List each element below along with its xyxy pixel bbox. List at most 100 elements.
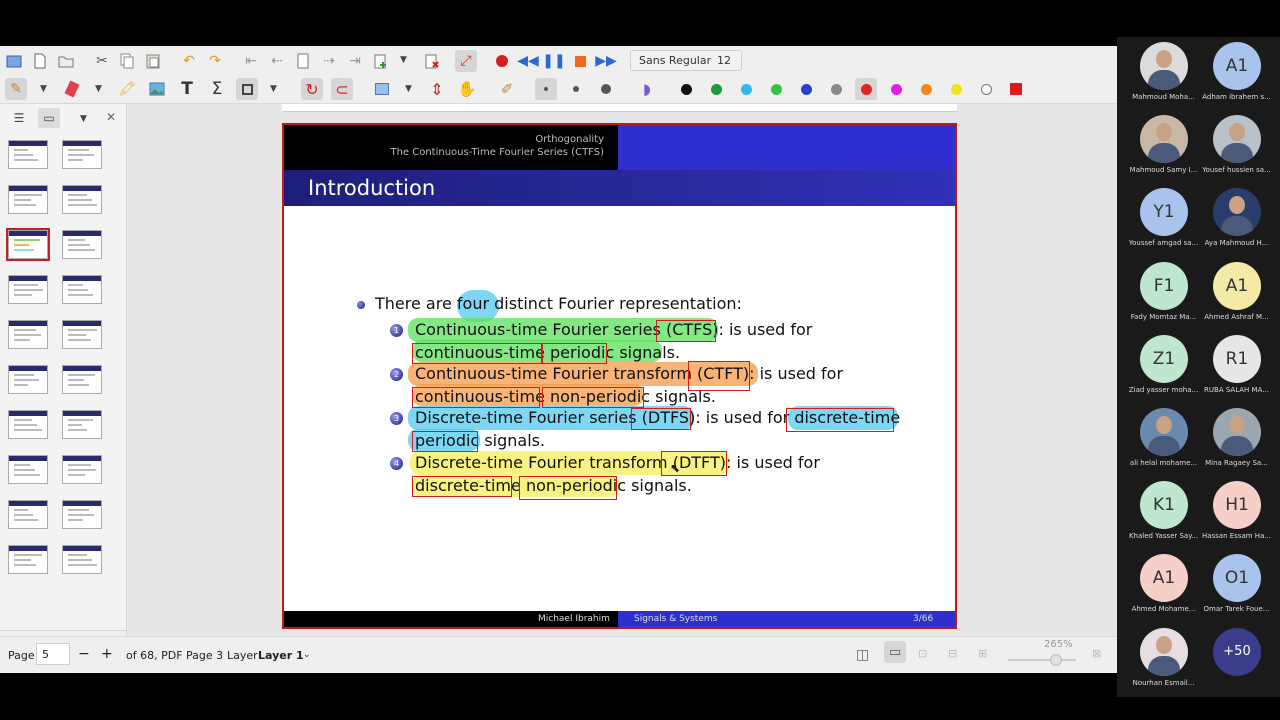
color-swatch[interactable] [975, 78, 997, 100]
participant-tile[interactable]: H1 Hassan Essam Ha... [1193, 476, 1273, 546]
participant-tile[interactable]: Y1 Youssef amgad sa... [1120, 183, 1200, 253]
pen-medium-icon[interactable] [565, 78, 587, 100]
page-thumbnail[interactable] [8, 320, 48, 349]
sidebar-dropdown-icon[interactable]: ▼ [80, 114, 87, 124]
last-page-icon[interactable]: ⇥ [344, 50, 366, 72]
layer-selector[interactable]: Layer 1 [258, 649, 304, 662]
color-swatch[interactable] [825, 78, 847, 100]
document-canvas[interactable]: Orthogonality The Continuous-Time Fourie… [128, 104, 1117, 654]
hand-icon[interactable]: ✋ [456, 78, 478, 100]
new-document-icon[interactable] [3, 50, 25, 72]
next-page-icon[interactable]: ⇢ [318, 50, 340, 72]
page-thumbnail[interactable] [62, 185, 102, 214]
participant-tile[interactable]: ali helal mohame... [1120, 403, 1200, 473]
image-icon[interactable] [146, 78, 168, 100]
page-thumbnail[interactable] [8, 500, 48, 529]
two-pages-icon[interactable]: ◫ [856, 647, 869, 663]
zoom-fit-icon[interactable]: ⊡ [918, 647, 927, 660]
zoom-slider[interactable] [1008, 659, 1076, 661]
color-swatch[interactable] [765, 78, 787, 100]
stop-icon[interactable] [569, 50, 591, 72]
page-decrement-button[interactable]: − [78, 646, 90, 662]
open-folder-icon[interactable] [55, 50, 77, 72]
page-thumbnail[interactable] [62, 275, 102, 304]
color-swatch[interactable] [1005, 78, 1027, 100]
page-thumbnail[interactable] [8, 365, 48, 394]
participant-tile[interactable]: +50 [1193, 623, 1273, 693]
participant-tile[interactable]: Z1 Ziad yasser moha... [1120, 330, 1200, 400]
page-thumbnail[interactable] [8, 275, 48, 304]
rewind-icon[interactable]: ◀◀ [517, 50, 539, 72]
tex-tool-icon[interactable]: Σ [206, 78, 228, 100]
slide-page[interactable]: Orthogonality The Continuous-Time Fourie… [282, 123, 957, 629]
eraser-icon[interactable] [61, 78, 83, 100]
shape-dropdown-icon[interactable]: ▼ [270, 84, 277, 94]
paste-icon[interactable] [142, 50, 164, 72]
pen-thick-icon[interactable] [595, 78, 617, 100]
fullscreen-icon[interactable]: ⤢ [455, 50, 477, 72]
goto-page-icon[interactable] [292, 50, 314, 72]
presentation-mode-icon[interactable]: ▭ [884, 641, 906, 663]
previous-page-icon[interactable]: ⇠ [266, 50, 288, 72]
page-thumbnail[interactable] [8, 185, 48, 214]
insert-page-icon[interactable] [370, 50, 392, 72]
participant-tile[interactable]: F1 Fady Momtaz Ma... [1120, 257, 1200, 327]
page-thumbnail[interactable] [62, 230, 102, 259]
participant-tile[interactable]: Yousef hussien sa... [1193, 110, 1273, 180]
color-swatch[interactable] [915, 78, 937, 100]
record-icon[interactable] [491, 50, 513, 72]
color-swatch[interactable] [885, 78, 907, 100]
eraser-dropdown-icon[interactable]: ▼ [95, 84, 102, 94]
highlighter-icon[interactable]: 🖍 [116, 78, 138, 100]
color-swatch[interactable] [795, 78, 817, 100]
insert-page-dropdown-icon[interactable]: ▼ [400, 55, 407, 65]
participant-tile[interactable]: Aya Mahmoud H... [1193, 183, 1273, 253]
shape-recognizer-icon[interactable] [236, 78, 258, 100]
new-page-icon[interactable] [29, 50, 51, 72]
page-thumbnail[interactable] [8, 410, 48, 439]
zoom-out-icon[interactable]: ⊟ [948, 647, 957, 660]
participant-tile[interactable]: Mina Ragaey Sa... [1193, 403, 1273, 473]
color-swatch[interactable] [675, 78, 697, 100]
page-thumbnail[interactable] [62, 545, 102, 574]
page-number-input[interactable]: 5 [36, 643, 70, 665]
color-swatch[interactable] [855, 78, 877, 100]
outline-tab-icon[interactable]: ☰ [8, 108, 30, 128]
page-thumbnail[interactable] [62, 320, 102, 349]
participant-tile[interactable]: A1 Adham ibrahem s... [1193, 37, 1273, 107]
close-sidebar-icon[interactable]: ✕ [106, 110, 116, 124]
default-tool-icon[interactable]: ✐ [496, 78, 518, 100]
select-dropdown-icon[interactable]: ▼ [405, 84, 412, 94]
page-thumbnail[interactable] [8, 140, 48, 169]
zoom-slider-handle[interactable] [1050, 654, 1062, 666]
page-thumbnail[interactable] [62, 365, 102, 394]
grid-snapping-icon[interactable]: ⊂ [331, 78, 353, 100]
participant-tile[interactable]: Mahmoud Moha... [1120, 37, 1200, 107]
vertical-space-icon[interactable]: ⇕ [426, 78, 448, 100]
participant-tile[interactable]: Nourhan Esmail... [1120, 623, 1200, 693]
pen-dropdown-icon[interactable]: ▼ [40, 84, 47, 94]
fast-forward-icon[interactable]: ▶▶ [595, 50, 617, 72]
page-thumbnail[interactable] [62, 500, 102, 529]
color-swatch[interactable] [945, 78, 967, 100]
pause-icon[interactable]: ❚❚ [542, 50, 565, 72]
participant-tile[interactable]: A1 Ahmed Ashraf M... [1193, 257, 1273, 327]
pen-fine-icon[interactable] [535, 78, 557, 100]
copy-icon[interactable] [116, 50, 138, 72]
participant-tile[interactable]: Mahmoud Samy I... [1120, 110, 1200, 180]
delete-page-icon[interactable] [421, 50, 443, 72]
participant-tile[interactable]: R1 RUBA SALAH MA... [1193, 330, 1273, 400]
participant-tile[interactable]: K1 Khaled Yasser Say... [1120, 476, 1200, 546]
page-thumbnail[interactable] [6, 228, 50, 261]
rotation-snapping-icon[interactable]: ↻ [301, 78, 323, 100]
pen-icon[interactable]: ✎ [5, 78, 27, 100]
pages-tab-icon[interactable]: ▭ [38, 108, 60, 128]
page-thumbnail[interactable] [62, 455, 102, 484]
page-thumbnail[interactable] [8, 545, 48, 574]
layer-dropdown-icon[interactable]: ⌄ [303, 650, 311, 660]
fill-icon[interactable]: ◗ [636, 78, 658, 100]
redo-icon[interactable]: ↷ [204, 50, 226, 72]
color-swatch[interactable] [705, 78, 727, 100]
fullscreen-status-icon[interactable]: ⊠ [1092, 647, 1101, 660]
color-swatch[interactable] [735, 78, 757, 100]
